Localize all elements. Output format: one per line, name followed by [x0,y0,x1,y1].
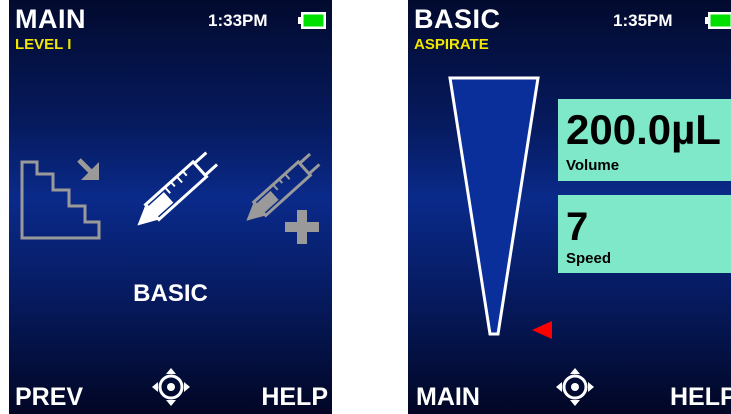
help-softkey[interactable]: HELP [670,382,731,412]
red-triangle-pointer-icon [532,321,552,339]
screen-subtitle: ASPIRATE [414,36,489,53]
speed-value: 7 [566,205,589,249]
basic-aspirate-screen: BASIC ASPIRATE 1:35PM 200.0µL Volume 7 S… [408,0,731,414]
navigation-joystick-icon[interactable] [152,368,190,406]
device-screens: MAIN LEVEL I 1:33PM BASIC PREV HELP BASI… [0,0,731,414]
clock-time: 1:35PM [613,11,673,30]
pipette-plus-icon[interactable] [241,150,329,246]
volume-field[interactable]: 200.0µL Volume [558,99,731,181]
screen-title: MAIN [15,4,86,34]
volume-value: 200.0µL [566,106,721,153]
screen-subtitle: LEVEL I [15,36,72,53]
battery-full-icon [298,12,326,29]
battery-full-icon [705,12,731,29]
main-menu-screen: MAIN LEVEL I 1:33PM BASIC PREV HELP [9,0,332,414]
screen-title: BASIC [414,4,501,34]
step-program-icon[interactable] [19,150,103,242]
basic-pipette-icon[interactable] [131,150,221,236]
selected-mode-label: BASIC [133,280,208,307]
navigation-joystick-icon[interactable] [556,368,594,406]
clock-time: 1:33PM [208,11,268,30]
main-softkey[interactable]: MAIN [416,382,480,412]
speed-label: Speed [566,250,612,267]
speed-field[interactable]: 7 Speed [558,195,731,273]
volume-label: Volume [566,157,620,174]
help-softkey[interactable]: HELP [261,382,328,412]
volume-gauge [448,76,540,336]
prev-softkey[interactable]: PREV [15,382,83,412]
